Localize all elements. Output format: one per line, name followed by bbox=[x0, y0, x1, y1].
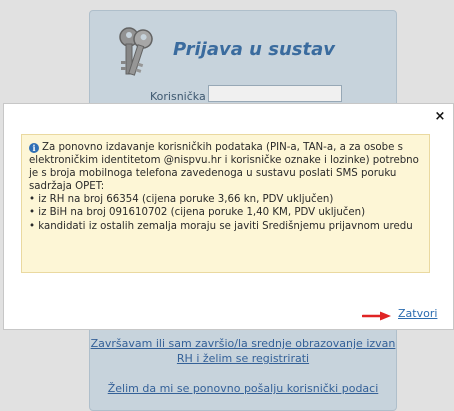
info-icon: i bbox=[29, 143, 39, 153]
close-icon[interactable]: × bbox=[433, 110, 447, 124]
info-line-croatia: • iz RH na broj 66354 (cijena poruke 3,6… bbox=[29, 194, 334, 206]
info-message-box: i Za ponovno izdavanje korisničkih podata… bbox=[21, 134, 430, 273]
close-link[interactable]: Zatvori bbox=[398, 307, 437, 320]
info-modal: × i Za ponovno izdavanje korisničkih poda… bbox=[3, 103, 454, 330]
info-message: i Za ponovno izdavanje korisničkih podata… bbox=[29, 141, 422, 233]
info-line-bih: • iz BiH na broj 091610702 (cijena poruk… bbox=[29, 207, 366, 219]
info-line-other: • kandidati iz ostalih zemalja moraju se… bbox=[29, 220, 413, 232]
info-line-intro: i Za ponovno izdavanje korisničkih podata… bbox=[29, 142, 419, 193]
arrow-right-icon bbox=[362, 311, 391, 321]
